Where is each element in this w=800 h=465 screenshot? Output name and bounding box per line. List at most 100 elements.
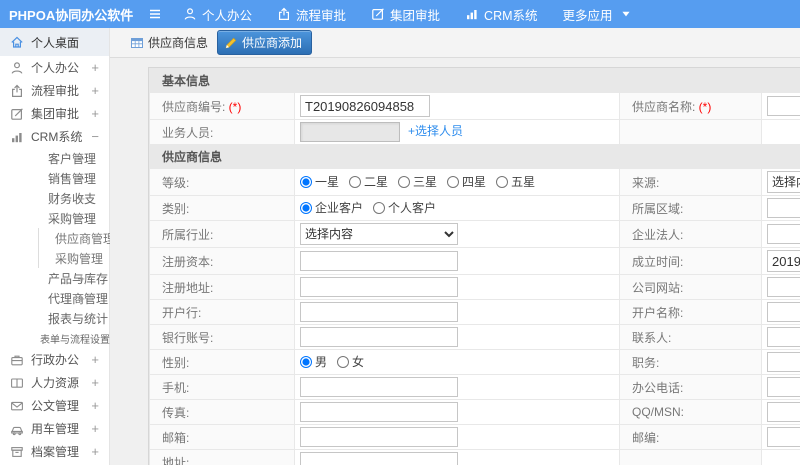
account-name-input[interactable] [767,302,800,322]
expand-plus-icon[interactable]: + [91,375,99,390]
supplier-name-input[interactable] [767,96,800,116]
source-select[interactable]: 选择内容 [767,171,800,193]
email-input[interactable] [300,427,458,447]
radio-label: 三星 [413,175,438,190]
sidebar-item-财务收支[interactable]: 财务收支 + [0,188,109,208]
expand-plus-icon[interactable]: + [77,171,85,186]
expand-plus-icon[interactable]: + [91,106,99,121]
level-radio-一星[interactable]: 一星 [300,173,339,190]
registered-address-input[interactable] [300,277,458,297]
founding-date-input[interactable] [767,250,800,272]
section-header-row: 供应商信息 [149,144,800,169]
expand-plus-icon[interactable]: + [91,444,99,459]
expand-plus-icon[interactable]: + [77,291,85,306]
level-radio-input[interactable] [447,175,460,188]
sidebar-item-公文管理[interactable]: 公文管理 + [0,394,109,417]
sidebar-item-供应商管理[interactable]: 供应商管理 [38,228,115,248]
sidebar-item-label: 流程审批 [31,84,80,98]
postcode-input[interactable] [767,427,800,447]
field-label-cell: 业务人员: [149,119,295,145]
sidebar-item-表单与流程设置[interactable]: 表单与流程设置+ [0,328,119,348]
sidebar-item-客户管理[interactable]: 客户管理 + [0,148,109,168]
website-input[interactable] [767,277,800,297]
position-input[interactable] [767,352,800,372]
expand-plus-icon[interactable]: + [77,151,85,166]
legal-person-input[interactable] [767,224,800,244]
hamburger-menu-icon[interactable] [147,7,163,21]
office-phone-input[interactable] [767,377,800,397]
level-radio-input[interactable] [349,175,362,188]
bank-name-input[interactable] [300,302,458,322]
form-row: 所属行业: 选择内容 企业法人: [149,220,800,248]
sidebar-item-流程审批[interactable]: 流程审批 + [0,79,109,102]
topnav-item-share-up[interactable]: 流程审批 [277,5,346,24]
supplier-code-input[interactable] [300,95,430,117]
business-person-picker-link[interactable]: +选择人员 [408,124,463,138]
level-radio-五星[interactable]: 五星 [496,173,535,190]
gender-radio-女[interactable]: 女 [337,353,364,370]
bank-account-input[interactable] [300,327,458,347]
radio-label: 五星 [511,175,536,190]
level-radio-input[interactable] [398,175,411,188]
expand-plus-icon[interactable]: + [91,421,99,436]
collapse-minus-icon[interactable]: − [77,211,85,226]
topnav-item-more-apps[interactable]: 更多应用 [563,5,638,24]
sidebar-item-用车管理[interactable]: 用车管理 + [0,417,109,440]
field-value-cell [294,247,620,275]
sidebar-item-采购管理[interactable]: 采购管理 [38,248,109,268]
business-person-input[interactable] [300,122,400,142]
level-radio-三星[interactable]: 三星 [398,173,437,190]
expand-plus-icon[interactable]: + [77,191,85,206]
topnav-item-bar-chart[interactable]: CRM系统 [465,5,538,24]
expand-plus-icon[interactable]: + [91,83,99,98]
sidebar-item-档案管理[interactable]: 档案管理 + [0,440,109,463]
field-value-cell [294,299,620,325]
table-grid-icon [130,36,144,50]
sidebar-item-行政办公[interactable]: 行政办公 + [0,348,109,371]
tab-供应商信息[interactable]: 供应商信息 [130,34,208,51]
sidebar-item-个人办公[interactable]: 个人办公 + [0,56,109,79]
level-radio-二星[interactable]: 二星 [349,173,388,190]
tab-供应商添加[interactable]: 供应商添加 [217,30,313,55]
sidebar-item-采购管理[interactable]: 采购管理 − [0,208,109,228]
sidebar-item-集团审批[interactable]: 集团审批 + [0,102,109,125]
sidebar-item-CRM系统[interactable]: CRM系统 − [0,125,109,148]
sidebar-item-人力资源[interactable]: 人力资源 + [0,371,109,394]
expand-plus-icon[interactable]: + [91,352,99,367]
collapse-minus-icon[interactable]: − [91,129,99,144]
mobile-input[interactable] [300,377,458,397]
contact-person-input[interactable] [767,327,800,347]
pencil-icon [224,36,238,50]
gender-radio-input[interactable] [300,355,312,368]
level-radio-四星[interactable]: 四星 [447,173,486,190]
sidebar-item-代理商管理[interactable]: 代理商管理 + [0,288,109,308]
field-label-cell [619,449,762,465]
registered-capital-input[interactable] [300,251,458,271]
fax-input[interactable] [300,402,458,422]
expand-plus-icon[interactable]: + [91,60,99,75]
expand-plus-icon[interactable]: + [91,398,99,413]
region-input[interactable] [767,198,800,218]
topnav-item-person[interactable]: 个人办公 [183,5,252,24]
sidebar-item-销售管理[interactable]: 销售管理 + [0,168,109,188]
sidebar-item-报表与统计[interactable]: 报表与统计 [0,308,109,328]
field-label: 手机: [162,380,190,395]
briefcase-icon [10,353,24,367]
gender-radio-男[interactable]: 男 [300,353,327,370]
topnav-item-edit-square[interactable]: 集团审批 [371,5,440,24]
expand-plus-icon[interactable]: + [77,271,85,286]
sidebar-item-产品与库存[interactable]: 产品与库存 + [0,268,109,288]
industry-select[interactable]: 选择内容 [300,223,458,245]
form-table: 基本信息供应商编号: (*)供应商名称: (*)业务人员:+选择人员供应商信息等… [149,68,800,465]
qq-msn-input[interactable] [767,402,800,422]
sidebar-item-个人桌面[interactable]: 个人桌面 [0,28,109,56]
category-radio-企业客户[interactable]: 企业客户 [300,199,363,216]
category-radio-input[interactable] [300,201,312,214]
category-radio-个人客户[interactable]: 个人客户 [373,199,436,216]
gender-radio-input[interactable] [337,355,350,368]
level-radio-input[interactable] [496,175,509,188]
address-input[interactable] [300,452,458,465]
category-radio-input[interactable] [373,201,386,214]
level-radio-input[interactable] [300,175,312,188]
field-label: 业务人员: [162,125,214,140]
